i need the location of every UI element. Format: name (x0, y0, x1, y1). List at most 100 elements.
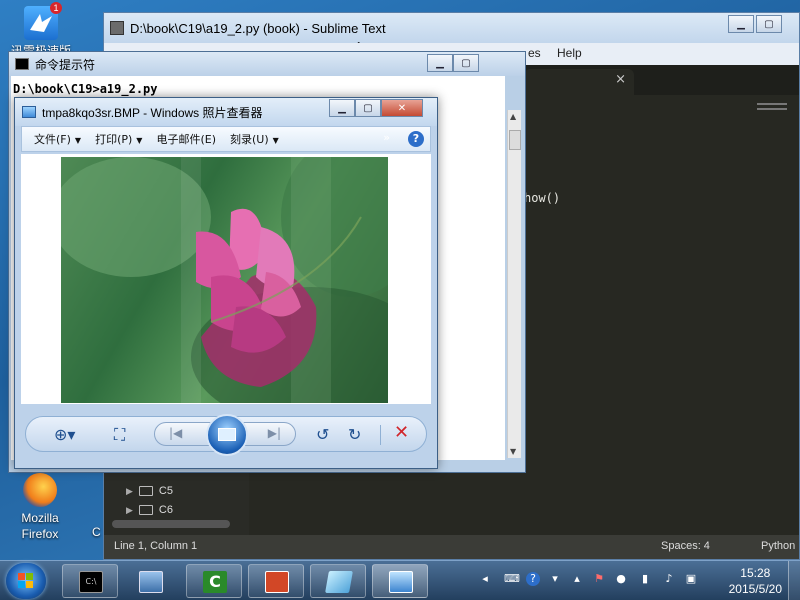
chevron-down-icon: ▼ (272, 136, 279, 145)
menu-print-label: 打印(P) (95, 133, 133, 146)
taskbar-photo-viewer[interactable] (372, 564, 428, 598)
maximize-button[interactable]: ▢ (756, 15, 782, 33)
menu-burn-label: 刻录(U) (230, 133, 269, 146)
vertical-scrollbar[interactable]: ▲ ▼ (507, 110, 521, 458)
keyboard-icon[interactable]: ⌨ (504, 572, 520, 586)
viewer-titlebar[interactable]: tmpa8kqo3sr.BMP - Windows 照片查看器 ▁ ▢ ✕ (15, 98, 437, 126)
next-icon[interactable]: ▶| (268, 426, 281, 440)
photo-viewer-window[interactable]: tmpa8kqo3sr.BMP - Windows 照片查看器 ▁ ▢ ✕ 文件… (14, 97, 438, 469)
clock-time: 15:28 (740, 566, 771, 580)
language-icon[interactable]: ▾ (548, 572, 562, 586)
taskbar: C:\ C ◂ ⌨ ? ▾ ▴ ⚑ ● ▮ ♪ ▣ 15:28 2015/5/2… (0, 560, 800, 600)
chevron-more-icon[interactable]: » (383, 131, 390, 144)
display-icon[interactable]: ▣ (684, 572, 698, 586)
sidebar-folder-c5[interactable]: ▶ C5 (126, 482, 173, 500)
indentation-setting[interactable]: Spaces: 4 (661, 540, 710, 552)
command-prompt-line: D:\book\C19>a19_2.py (13, 82, 158, 96)
folder-label: C6 (158, 504, 173, 516)
status-bar: Line 1, Column 1 Spaces: 4 Python (104, 535, 799, 559)
zoom-icon[interactable]: ⊕▾ (54, 425, 75, 444)
flag-alert-icon[interactable]: ⚑ (592, 572, 606, 586)
divider (380, 425, 381, 445)
taskbar-camtasia[interactable]: C (186, 564, 242, 598)
photo-viewer-icon (389, 571, 413, 593)
menu-burn[interactable]: 刻录(U) ▼ (230, 131, 279, 147)
expand-arrow-icon[interactable]: ▶ (126, 505, 133, 516)
folder-icon (138, 505, 153, 515)
rotate-left-icon[interactable]: ↺ (316, 425, 329, 444)
sidebar-scrollbar[interactable] (112, 520, 230, 528)
folder-icon (138, 486, 153, 496)
show-desktop-button[interactable] (788, 561, 800, 600)
image-panel[interactable] (21, 154, 431, 404)
close-button[interactable]: ✕ (381, 99, 423, 117)
tray-expand-icon[interactable]: ◂ (478, 572, 492, 586)
syntax-setting[interactable]: Python (761, 540, 795, 552)
previous-icon[interactable]: |◀ (169, 426, 182, 440)
sublime-titlebar[interactable]: D:\book\C19\a19_2.py (book) - Sublime Te… (104, 13, 799, 58)
help-icon[interactable]: ? (526, 572, 540, 586)
chevron-down-icon: ▼ (74, 136, 82, 145)
taskbar-virtualbox[interactable] (122, 564, 178, 598)
maximize-button[interactable]: ▢ (453, 54, 479, 72)
cmd-titlebar[interactable]: 命令提示符 ▁ ▢ (9, 52, 525, 76)
taskbar-editor[interactable] (310, 564, 366, 598)
file-tab[interactable]: × (524, 69, 634, 95)
menu-print[interactable]: 打印(P) ▼ (95, 131, 142, 147)
volume-icon[interactable]: ♪ (662, 572, 676, 586)
network-icon[interactable]: ▮ (638, 572, 652, 586)
sublime-app-icon (110, 21, 124, 35)
windows-logo-icon (18, 573, 34, 589)
expand-arrow-icon[interactable]: ▶ (126, 486, 133, 497)
powerpoint-icon (265, 571, 289, 593)
qq-icon[interactable]: ● (614, 572, 628, 586)
menu-email[interactable]: 电子邮件(E) (156, 131, 216, 147)
minimize-button[interactable]: ▁ (427, 54, 453, 72)
sidebar-folder-c6[interactable]: ▶ C6 (126, 501, 173, 519)
notification-badge: 1 (50, 2, 62, 14)
chevron-down-icon: ▼ (136, 136, 143, 145)
viewer-controls: ⊕▾ ⛶ |◀ ▶| ↺ ↻ ✕ (25, 414, 427, 456)
code-text: how() (524, 191, 561, 205)
system-tray: ◂ ⌨ ? ▾ ▴ ⚑ ● ▮ ♪ ▣ (478, 567, 708, 595)
minimap[interactable] (757, 103, 787, 119)
rotate-right-icon[interactable]: ↻ (348, 425, 361, 444)
action-center-icon[interactable]: ▴ (570, 572, 584, 586)
close-tab-icon[interactable]: × (615, 72, 626, 87)
window-title: 命令提示符 (35, 57, 96, 72)
xunlei-bird-icon: 1 (24, 2, 62, 40)
slideshow-button[interactable] (206, 414, 248, 456)
edit-icon (325, 571, 353, 593)
lotus-illustration (61, 157, 388, 403)
desktop-icon-firefox[interactable]: Mozilla Firefox (1, 473, 79, 542)
slideshow-icon (218, 428, 236, 441)
cmd-icon (15, 58, 29, 70)
firefox-icon (23, 473, 57, 507)
desktop-partial-label: C (92, 525, 101, 539)
taskbar-powerpoint[interactable] (248, 564, 304, 598)
desktop-icon-label-2: Firefox (21, 527, 59, 541)
photo-viewer-icon (22, 106, 36, 118)
scroll-down-icon[interactable]: ▼ (510, 447, 516, 456)
delete-icon[interactable]: ✕ (394, 422, 409, 443)
menu-email-label: 电子邮件(E) (156, 133, 216, 146)
maximize-button[interactable]: ▢ (355, 99, 381, 117)
scroll-up-icon[interactable]: ▲ (510, 112, 516, 121)
minimize-button[interactable]: ▁ (728, 15, 754, 33)
menu-preferences-partial[interactable]: es (528, 46, 541, 60)
taskbar-cmd[interactable]: C:\ (62, 564, 118, 598)
clock[interactable]: 15:28 2015/5/20 (729, 565, 782, 597)
help-icon[interactable]: ? (408, 131, 424, 147)
cursor-position: Line 1, Column 1 (114, 540, 198, 552)
clock-date: 2015/5/20 (728, 582, 782, 596)
folder-label: C5 (158, 485, 173, 497)
start-button[interactable] (6, 563, 46, 599)
fit-icon[interactable]: ⛶ (114, 425, 125, 445)
menu-file-label: 文件(F) (34, 133, 71, 146)
menu-help[interactable]: Help (557, 46, 582, 60)
menu-file[interactable]: 文件(F) ▼ (34, 131, 81, 147)
virtualbox-icon (139, 571, 163, 593)
scroll-thumb[interactable] (509, 130, 521, 150)
viewer-menubar: 文件(F) ▼ 打印(P) ▼ 电子邮件(E) 刻录(U) ▼ » ? (21, 126, 431, 152)
minimize-button[interactable]: ▁ (329, 99, 355, 117)
